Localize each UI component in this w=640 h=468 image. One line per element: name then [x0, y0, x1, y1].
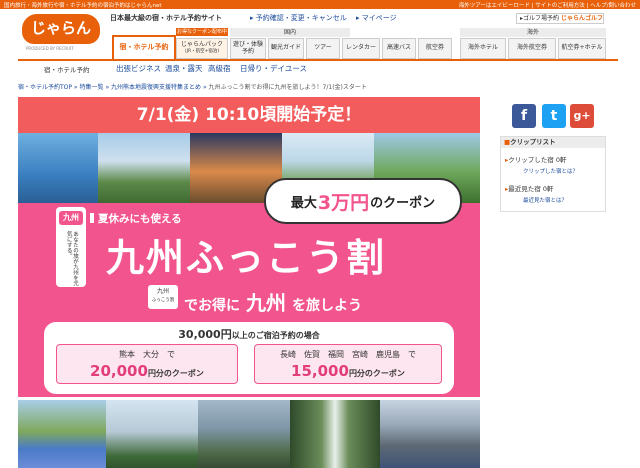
top-links: 海外ツアーはエイビーロード | サイトのご利用方法 | ヘルプ/問い合わせ: [458, 3, 636, 9]
recent-hotels-label: 最近見た宿: [508, 185, 541, 193]
golf-brand: じゃらんゴルフ: [560, 15, 603, 22]
stamp-line1: 九州: [156, 288, 169, 295]
tab-overseas-hotel[interactable]: 海外ホテル: [460, 38, 506, 59]
google-plus-icon[interactable]: g+: [570, 104, 594, 128]
start-date-headline: 7/1(金) 10:10頃開始予定！: [18, 97, 480, 133]
mypage-link[interactable]: ▸ マイページ: [356, 13, 397, 23]
lead-suffix: を旅しよう: [292, 298, 362, 314]
breadcrumb-features[interactable]: 特集一覧: [80, 84, 104, 91]
photo-flower-field: [18, 400, 106, 468]
breadcrumb-current: 九州ふっこう割でお得に九州を旅しよう！7/1(金)スタート: [208, 84, 367, 91]
coupon-condition-panel: 30,000円以上のご宿泊予約の場合 熊本 大分 で 20,000円分のクーポン…: [44, 322, 454, 394]
clip-list-panel: ■クリップリスト ▸クリップした宿 0軒 クリップした宿とは？ ▸最近見た宿 0…: [500, 136, 606, 212]
box2-places: 長崎 佐賀 福岡 宮崎 鹿児島 で: [280, 350, 416, 359]
top-utility-bar: 国内旅行・海外旅行や宿・ホテル予約の宿泊予約はじゃらんnet 海外ツアーはエイビ…: [0, 0, 640, 9]
subnav-section-label: 宿・ホテル予約: [44, 66, 90, 74]
nav-divider: [18, 59, 618, 61]
clipped-hotels-row[interactable]: ▸クリップした宿 0軒: [505, 154, 566, 164]
condition-rest: 以上のご宿泊予約の場合: [231, 331, 320, 340]
lead-prefix: でお得に: [184, 298, 240, 314]
max-coupon-suffix: のクーポン: [370, 195, 436, 211]
coupon-badge: お得なクーポン配布中: [176, 28, 228, 36]
campaign-lead: でお得に 九州 を旅しよう: [184, 287, 362, 316]
twitter-icon[interactable]: t: [542, 104, 566, 128]
stamp-line2: ふっこう割: [151, 297, 175, 303]
subnav-dayuse[interactable]: 日帰り・デイユース: [240, 63, 307, 74]
tab-airline-ticket[interactable]: 航空券: [418, 38, 452, 59]
max-coupon-bubble: 最大 3万円 のクーポン: [264, 178, 462, 224]
top-tagline: 国内旅行・海外旅行や宿・ホテル予約の宿泊予約はじゃらんnet: [4, 3, 162, 9]
tab-activities[interactable]: 遊び・体験予約: [230, 38, 266, 59]
domestic-group-label: 国内: [230, 28, 350, 37]
box2-amount: 15,000: [291, 362, 349, 380]
photo-volcano: [380, 400, 480, 468]
tab-overseas-flight[interactable]: 海外航空券: [508, 38, 556, 59]
tab-tour[interactable]: ツアー: [306, 38, 340, 59]
overseas-group-label: 海外: [460, 28, 606, 37]
subnav-business[interactable]: 出張ビジネス: [116, 63, 161, 74]
photo-mountain: [98, 133, 190, 203]
breadcrumb: 宿・ホテル予約TOP » 特集一覧 » 九州熊本地震復興支援特集まとめ » 九州…: [18, 84, 367, 91]
recent-hotels-count: 0軒: [542, 185, 554, 193]
top-link-abroad-tour[interactable]: 海外ツアーはエイビーロード: [459, 3, 530, 9]
jalan-logo[interactable]: じゃらん: [22, 14, 100, 44]
photo-bay: [198, 400, 290, 468]
recent-hotels-help-link[interactable]: 最近見た宿とは？: [523, 196, 567, 204]
jalan-pack-label: じゃらんパック: [180, 40, 223, 48]
photo-dolphins: [18, 133, 98, 203]
golf-label: ゴルフ場予約: [523, 15, 560, 22]
box1-suffix: 円分のクーポン: [147, 369, 204, 378]
max-coupon-prefix: 最大: [290, 195, 317, 211]
clipped-hotels-count: 0軒: [555, 156, 567, 164]
tab-flight-hotel[interactable]: 航空券+ホテル: [558, 38, 606, 59]
campaign-title: 九州ふっこう割: [106, 236, 387, 280]
condition-text: 30,000円以上のご宿泊予約の場合: [44, 326, 454, 342]
box1-places: 熊本 大分 で: [119, 350, 175, 359]
tab-rental-car[interactable]: レンタカー: [342, 38, 380, 59]
jalan-pack-sub: (JR・航空+宿泊): [184, 49, 220, 55]
box2-suffix: 円分のクーポン: [348, 369, 405, 378]
mascot-face: 九州: [59, 211, 83, 225]
site-tagline: 日本最大級の宿・ホテル予約サイト: [110, 14, 222, 22]
max-coupon-amount: 3万円: [317, 191, 370, 214]
tab-highway-bus[interactable]: 高速バス: [382, 38, 416, 59]
photo-strip-bottom: [18, 400, 480, 468]
tab-sightseeing-guide[interactable]: 観光ガイド: [268, 38, 304, 59]
summer-ribbon: 夏休みにも使える: [90, 210, 246, 226]
breadcrumb-kyushu[interactable]: 九州熊本地震復興支援特集まとめ: [111, 84, 201, 91]
top-link-usage[interactable]: サイトのご利用方法: [535, 3, 585, 9]
tab-jalan-pack[interactable]: じゃらんパック (JR・航空+宿泊): [176, 38, 228, 59]
lead-region: 九州: [246, 291, 286, 315]
facebook-icon[interactable]: f: [512, 104, 536, 128]
photo-windmill: [106, 400, 198, 468]
reservation-check-label: 予約確認・変更・キャンセル: [255, 14, 347, 22]
summer-ribbon-text: 夏休みにも使える: [98, 213, 182, 225]
clip-list-title: クリップリスト: [510, 138, 556, 146]
golf-reservation-link[interactable]: ▸ゴルフ場予約 じゃらんゴルフ: [516, 13, 604, 24]
reservation-check-link[interactable]: ▸ 予約確認・変更・キャンセル: [250, 13, 347, 23]
coupon-box-kumamoto-oita: 熊本 大分 で 20,000円分のクーポン: [56, 344, 238, 384]
clipped-hotels-help-link[interactable]: クリップした宿とは？: [523, 167, 578, 175]
photo-waterfall: [290, 400, 380, 468]
clip-list-header: ■クリップリスト: [501, 137, 605, 148]
breadcrumb-top[interactable]: 宿・ホテル予約TOP: [18, 84, 72, 91]
box1-amount: 20,000: [90, 362, 148, 380]
clipped-hotels-label: クリップした宿: [508, 156, 554, 164]
coupon-box-other-prefectures: 長崎 佐賀 福岡 宮崎 鹿児島 で 15,000円分のクーポン: [254, 344, 442, 384]
mascot-text: あなたの旅が九州を元気にする。: [65, 231, 78, 286]
top-link-help[interactable]: ヘルプ/問い合わせ: [590, 3, 636, 9]
fukkou-stamp-logo: 九州 ふっこう割: [148, 285, 178, 309]
condition-amount: 30,000円: [178, 328, 232, 341]
recent-hotels-row[interactable]: ▸最近見た宿 0軒: [505, 183, 553, 193]
subnav-luxury[interactable]: 高級宿: [208, 63, 231, 74]
mascot-badge: 九州 あなたの旅が九州を元気にする。: [56, 207, 86, 287]
tab-hotel-reservation[interactable]: 宿・ホテル予約: [112, 35, 176, 59]
mypage-label: マイページ: [361, 14, 397, 22]
logo-subtitle: PRODUCED BY RECRUIT: [26, 46, 74, 51]
subnav-onsen[interactable]: 温泉・露天: [165, 63, 203, 74]
